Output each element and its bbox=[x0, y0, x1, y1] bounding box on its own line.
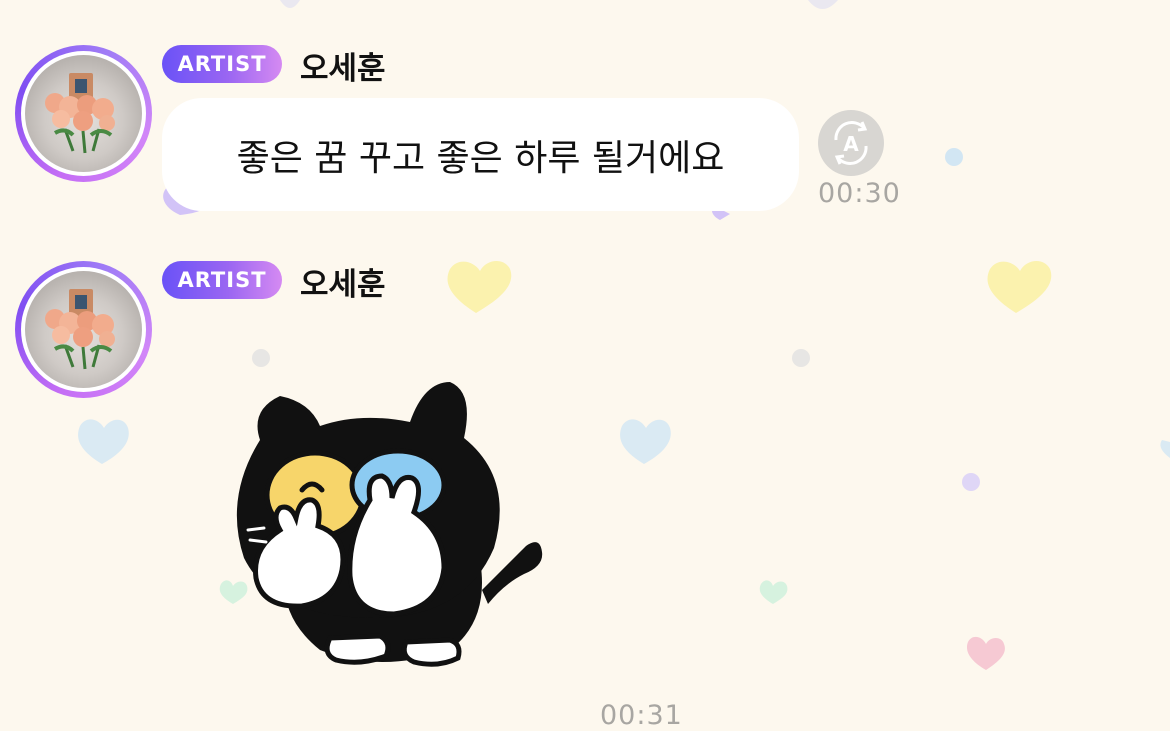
black-cat-sticker[interactable] bbox=[220, 380, 550, 675]
translate-icon: A bbox=[834, 121, 868, 165]
bouquet-photo-icon bbox=[45, 73, 115, 154]
message-time: 00:30 bbox=[818, 178, 901, 209]
artist-badge: ARTIST bbox=[162, 261, 282, 299]
avatar[interactable] bbox=[15, 45, 152, 182]
message-time: 00:31 bbox=[600, 700, 683, 731]
message-bubble[interactable]: 좋은 꿈 꾸고 좋은 하루 될거에요 bbox=[162, 98, 799, 211]
message-text: 좋은 꿈 꾸고 좋은 하루 될거에요 bbox=[236, 137, 725, 179]
translate-button[interactable]: A bbox=[818, 110, 884, 176]
artist-badge: ARTIST bbox=[162, 45, 282, 83]
sender-name: 오세훈 bbox=[300, 51, 386, 87]
bouquet-photo-icon bbox=[45, 289, 115, 370]
svg-text:A: A bbox=[843, 132, 859, 156]
avatar[interactable] bbox=[15, 261, 152, 398]
sender-name: 오세훈 bbox=[300, 267, 386, 303]
